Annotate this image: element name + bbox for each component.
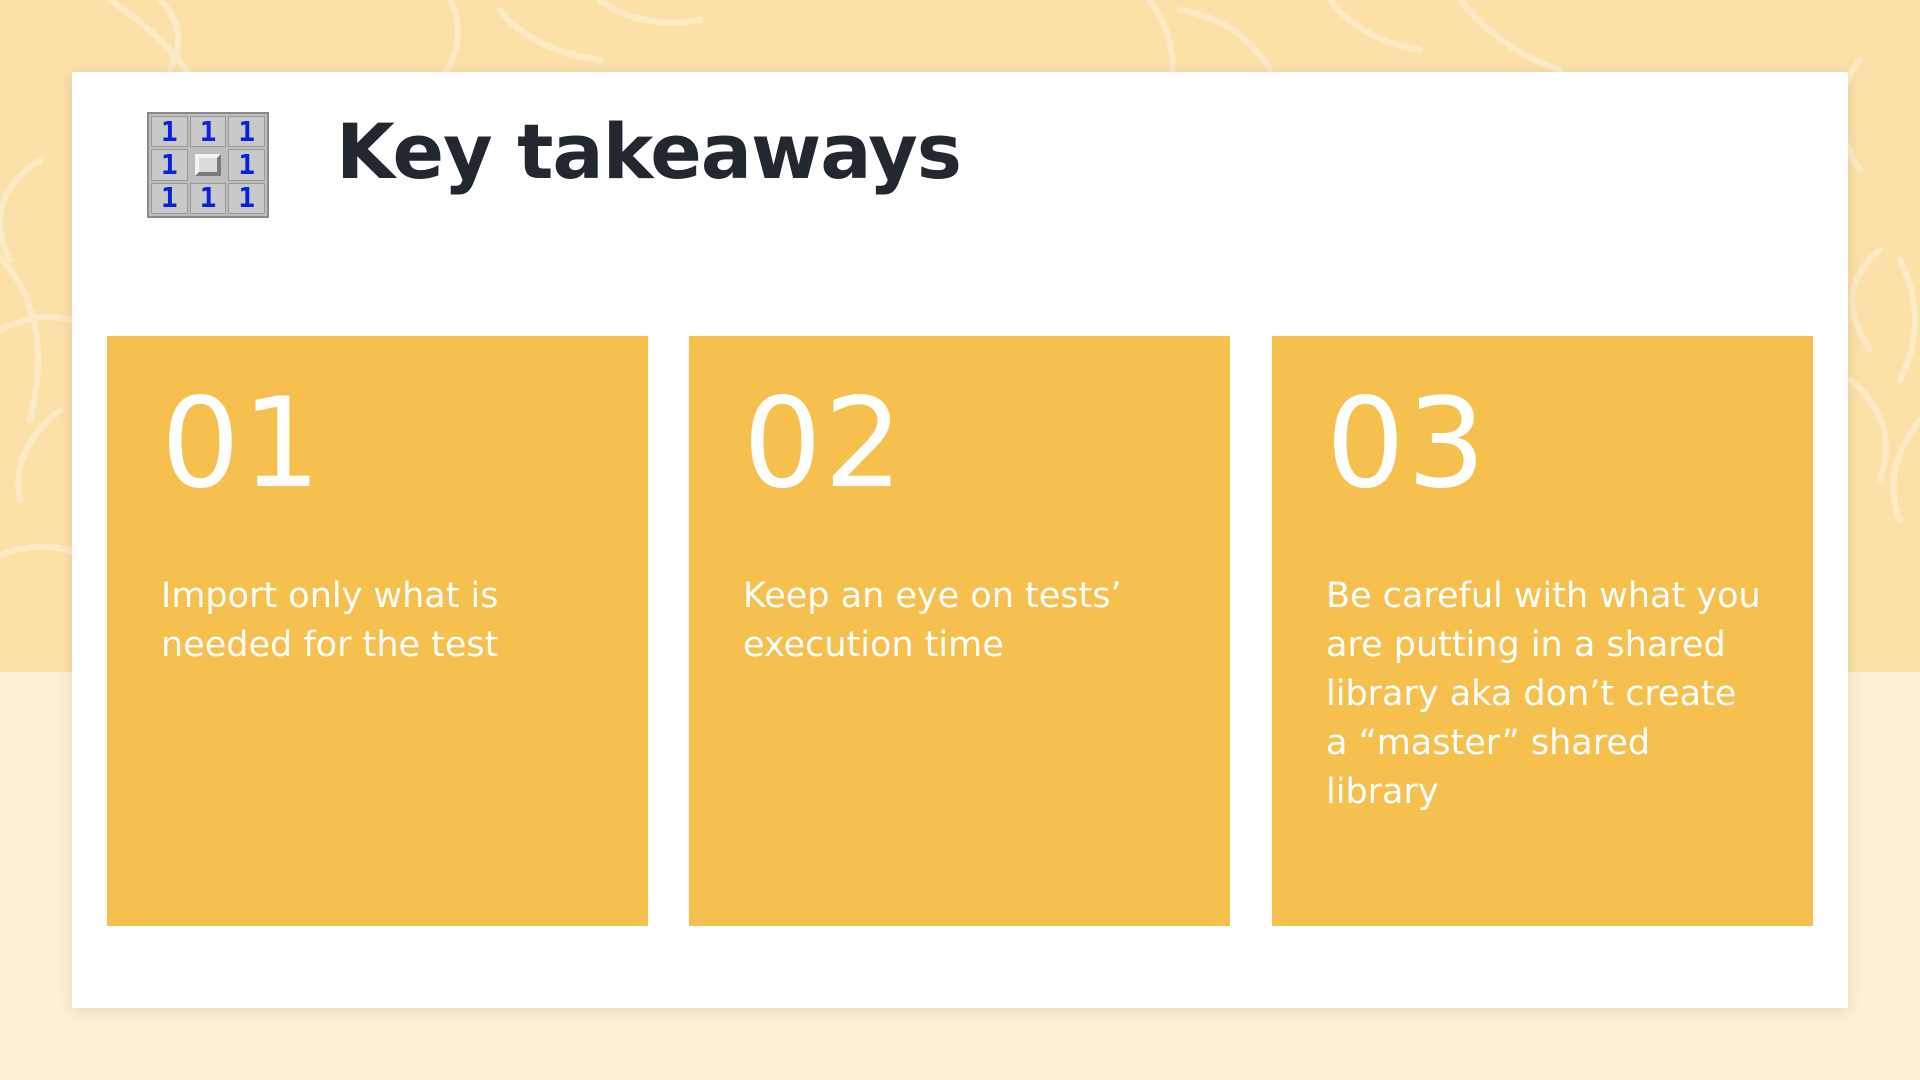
takeaway-card-3: 03 Be careful with what you are putting … <box>1272 336 1813 926</box>
logo-cell: 1 <box>189 182 227 214</box>
logo-cell: 1 <box>228 182 265 214</box>
logo-cell: 1 <box>151 149 188 181</box>
takeaway-text: Import only what is needed for the test <box>161 576 499 665</box>
logo-cell: 1 <box>228 149 265 181</box>
takeaway-number: 01 <box>161 372 323 516</box>
takeaway-text: Keep an eye on tests’ execution time <box>743 576 1122 665</box>
takeaway-number: 03 <box>1326 372 1488 516</box>
logo-cell-unrevealed <box>194 154 222 176</box>
logo-cell: 1 <box>228 116 265 148</box>
logo-cell: 1 <box>151 116 188 148</box>
logo-cell: 1 <box>189 116 227 148</box>
takeaway-text: Be careful with what you are putting in … <box>1326 576 1761 812</box>
minesweeper-grid-icon: 1 1 1 1 1 1 1 1 <box>147 112 269 218</box>
logo-cell: 1 <box>151 182 188 214</box>
takeaway-number: 02 <box>743 372 905 516</box>
page-title: Key takeaways <box>336 107 962 196</box>
takeaway-card-1: 01 Import only what is needed for the te… <box>107 336 648 926</box>
takeaway-card-2: 02 Keep an eye on tests’ execution time <box>689 336 1230 926</box>
